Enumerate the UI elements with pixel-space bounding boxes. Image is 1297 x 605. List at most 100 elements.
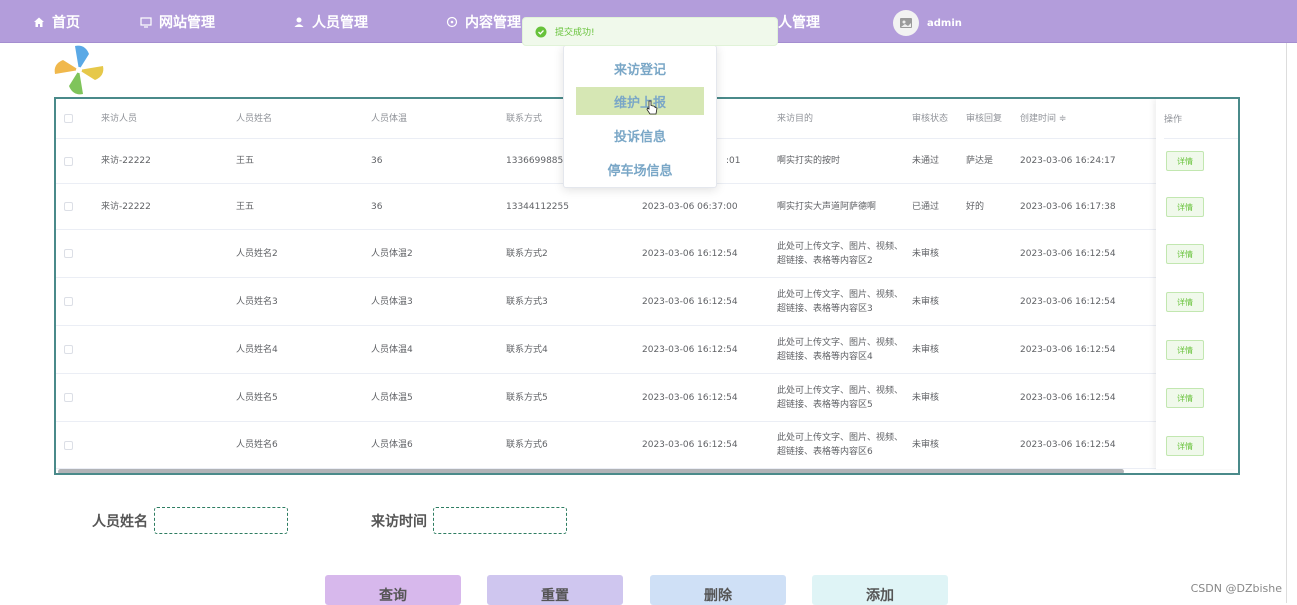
cell-visitor: 来访-22222 xyxy=(101,201,151,212)
row-checkbox[interactable] xyxy=(64,440,73,450)
cell-created-time: 2023-03-06 16:12:54 xyxy=(1020,440,1116,450)
cell-name: 人员姓名5 xyxy=(236,392,278,403)
avatar xyxy=(893,10,919,36)
cell-purpose: 此处可上传文字、图片、视频、超链接、表格等内容区3 xyxy=(777,289,904,314)
detail-button[interactable]: 详情 xyxy=(1166,388,1204,408)
detail-button[interactable]: 详情 xyxy=(1166,197,1204,217)
cell-created-time: 2023-03-06 16:12:54 xyxy=(1020,344,1116,355)
watermark: CSDN @DZbishe xyxy=(1190,582,1282,595)
time-search-input[interactable] xyxy=(433,507,567,534)
cell-visit-time: 2023-03-06 16:12:54 xyxy=(642,248,738,259)
cell-temperature: 人员体温2 xyxy=(371,248,413,259)
row-checkbox[interactable] xyxy=(64,249,73,258)
nav-site-management[interactable]: 网站管理 xyxy=(139,0,215,43)
cell-name: 王五 xyxy=(236,201,255,212)
detail-button[interactable]: 详情 xyxy=(1166,436,1204,456)
table-row: 来访-22222 王五 36 13344112255 2023-03-06 06… xyxy=(56,184,1238,230)
cell-created-time: 2023-03-06 16:12:54 xyxy=(1020,392,1116,403)
cell-review-status: 未审核 xyxy=(912,440,940,450)
cell-review-status: 未审核 xyxy=(912,344,940,355)
cell-temperature: 人员体温5 xyxy=(371,392,413,403)
row-checkbox[interactable] xyxy=(64,297,73,306)
row-checkbox[interactable] xyxy=(64,202,73,211)
cell-purpose: 此处可上传文字、图片、视频、超链接、表格等内容区6 xyxy=(777,433,904,457)
page-right-border xyxy=(1286,43,1287,603)
dropdown-item-complaint-info[interactable]: 投诉信息 xyxy=(576,121,704,149)
add-button[interactable]: 添加 xyxy=(812,575,948,605)
cell-contact: 联系方式3 xyxy=(506,296,548,307)
circle-icon xyxy=(445,15,459,29)
cell-contact: 联系方式2 xyxy=(506,248,548,259)
user-menu[interactable]: admin xyxy=(893,10,962,36)
toast-message: 提交成功! xyxy=(555,28,595,38)
detail-button[interactable]: 详情 xyxy=(1166,151,1204,171)
cell-visitor: 来访-22222 xyxy=(101,156,151,166)
cell-visit-time: 2023-03-06 06:37:00 xyxy=(642,201,738,212)
detail-button[interactable]: 详情 xyxy=(1166,292,1204,312)
header-temperature: 人员体温 xyxy=(371,113,408,124)
username: admin xyxy=(927,17,962,29)
table-row: 人员姓名5 人员体温5 联系方式5 2023-03-06 16:12:54 此处… xyxy=(56,374,1238,422)
nav-content-management[interactable]: 内容管理 xyxy=(445,0,521,43)
cell-name: 人员姓名4 xyxy=(236,344,278,355)
cell-purpose: 此处可上传文字、图片、视频、超链接、表格等内容区5 xyxy=(777,385,904,410)
site-logo xyxy=(51,43,107,97)
select-all-checkbox[interactable] xyxy=(64,114,73,123)
detail-button[interactable]: 详情 xyxy=(1166,340,1204,360)
nav-label: 人员管理 xyxy=(312,14,368,31)
cell-created-time: 2023-03-06 16:12:54 xyxy=(1020,296,1116,307)
name-search-input[interactable] xyxy=(154,507,288,534)
header-operation: 操作 xyxy=(1164,99,1238,139)
query-button[interactable]: 查询 xyxy=(325,575,461,605)
cell-visit-time: 2023-03-06 16:12:54 xyxy=(642,344,738,355)
header-purpose: 来访目的 xyxy=(777,113,814,124)
cell-purpose: 此处可上传文字、图片、视频、超链接、表格等内容区2 xyxy=(777,241,904,266)
cell-purpose: 此处可上传文字、图片、视频、超链接、表格等内容区4 xyxy=(777,337,904,362)
user-icon xyxy=(292,15,306,29)
nav-label: 网站管理 xyxy=(159,14,215,31)
name-search-label: 人员姓名 xyxy=(92,514,148,530)
row-checkbox[interactable] xyxy=(64,156,73,166)
dropdown-item-visit-registration[interactable]: 来访登记 xyxy=(576,54,704,82)
cell-name: 人员姓名2 xyxy=(236,248,278,259)
header-created-time[interactable]: 创建时间 ≑ xyxy=(1020,99,1066,138)
row-checkbox[interactable] xyxy=(64,345,73,354)
nav-item-partial[interactable]: 人管理 xyxy=(778,0,820,43)
cell-temperature: 人员体温6 xyxy=(371,440,413,450)
cell-purpose: 啊实打实的按时 xyxy=(777,156,841,166)
header-contact: 联系方式 xyxy=(506,113,543,124)
cell-visit-time: 2023-03-06 16:12:54 xyxy=(642,296,738,307)
dropdown-item-maintenance-report[interactable]: 维护上报 xyxy=(576,87,704,115)
cell-contact: 13344112255 xyxy=(506,201,569,212)
header-review-status: 审核状态 xyxy=(912,113,949,124)
nav-personnel-management[interactable]: 人员管理 xyxy=(292,0,368,43)
cell-review-reply: 萨达是 xyxy=(966,156,994,166)
cell-visit-time: 2023-03-06 16:12:54 xyxy=(642,440,738,450)
cell-contact: 联系方式6 xyxy=(506,440,548,450)
home-icon xyxy=(32,15,46,29)
cell-contact: 联系方式4 xyxy=(506,344,548,355)
row-checkbox[interactable] xyxy=(64,393,73,402)
time-search-label: 来访时间 xyxy=(371,514,427,530)
dropdown-item-parking-info[interactable]: 停车场信息 xyxy=(576,155,704,183)
reset-button[interactable]: 重置 xyxy=(487,575,623,605)
nav-dropdown-menu: 来访登记 维护上报 投诉信息 停车场信息 xyxy=(563,45,717,188)
horizontal-scrollbar[interactable] xyxy=(58,469,1124,473)
cell-contact: 联系方式5 xyxy=(506,392,548,403)
detail-button[interactable]: 详情 xyxy=(1166,244,1204,264)
delete-button[interactable]: 删除 xyxy=(650,575,786,605)
cell-temperature: 36 xyxy=(371,156,383,166)
check-circle-icon xyxy=(535,26,547,38)
nav-label: 人管理 xyxy=(778,14,820,31)
cell-created-time: 2023-03-06 16:24:17 xyxy=(1020,156,1116,166)
cell-review-status: 未审核 xyxy=(912,248,940,259)
cell-review-status: 未审核 xyxy=(912,392,940,403)
header-review-reply: 审核回复 xyxy=(966,113,1003,124)
cell-visit-time: :01 xyxy=(726,156,741,166)
cell-temperature: 人员体温4 xyxy=(371,344,413,355)
cell-review-status: 未通过 xyxy=(912,156,940,166)
nav-home[interactable]: 首页 xyxy=(32,0,80,43)
table-row: 人员姓名4 人员体温4 联系方式4 2023-03-06 16:12:54 此处… xyxy=(56,326,1238,374)
operation-column: 操作 详情 详情 详情 详情 详情 详情 详情 xyxy=(1156,99,1238,469)
cell-review-reply: 好的 xyxy=(966,201,985,212)
